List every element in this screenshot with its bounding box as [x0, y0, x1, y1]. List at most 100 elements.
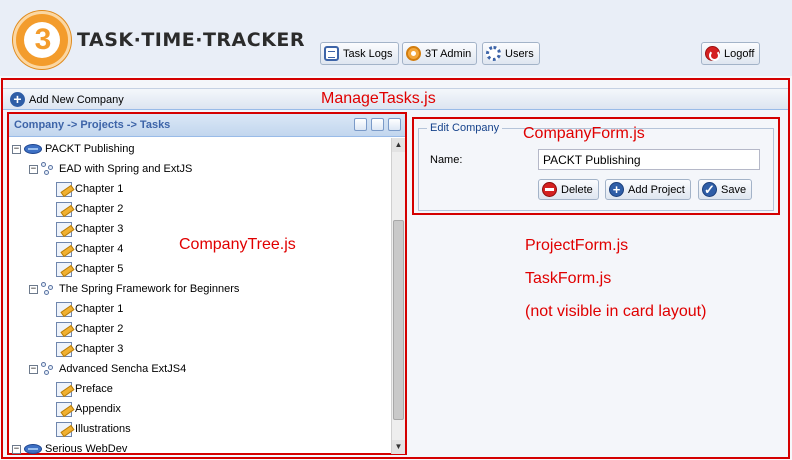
tree-node-label: Chapter 2: [75, 203, 124, 215]
task-icon: [56, 241, 72, 257]
tree-node-project[interactable]: − Advanced Sencha ExtJS4: [29, 359, 186, 379]
task-icon: [56, 401, 72, 417]
tree-node-task[interactable]: Chapter 3: [56, 219, 123, 239]
project-icon: [41, 362, 55, 376]
task-logs-button[interactable]: Task Logs: [320, 42, 399, 65]
company-form-annotation: CompanyForm.js: [523, 125, 645, 142]
tree-node-task[interactable]: Chapter 5: [56, 259, 123, 279]
add-project-label: Add Project: [628, 183, 685, 196]
delete-label: Delete: [561, 183, 593, 196]
tree-node-task[interactable]: Illustrations: [56, 419, 131, 439]
tree-node-task[interactable]: Preface: [56, 379, 113, 399]
add-company-label: Add New Company: [29, 93, 124, 106]
tree-node-project[interactable]: − EAD with Spring and ExtJS: [29, 159, 192, 179]
company-tree-annotation: CompanyTree.js: [179, 236, 296, 253]
manage-tasks-annotation: ManageTasks.js: [321, 90, 436, 107]
delete-button[interactable]: Delete: [538, 179, 599, 200]
task-logs-label: Task Logs: [343, 47, 393, 60]
project-icon: [41, 282, 55, 296]
task-icon: [56, 201, 72, 217]
tree-node-company[interactable]: − Serious WebDev: [12, 439, 127, 454]
add-company-button[interactable]: + Add New Company: [10, 91, 124, 108]
delete-icon: [542, 182, 557, 197]
plus-icon: +: [10, 92, 25, 107]
tree-node-label: Illustrations: [75, 423, 131, 435]
task-icon: [56, 181, 72, 197]
collapse-toggle-icon[interactable]: −: [29, 164, 38, 174]
tree-node-task[interactable]: Chapter 2: [56, 199, 123, 219]
users-icon: [486, 46, 501, 61]
manage-tasks-panel: + Add New Company ManageTasks.js Company…: [1, 78, 790, 459]
company-tree-panel: Company -> Projects -> Tasks − PACKT Pub…: [7, 112, 407, 455]
company-icon: [24, 444, 42, 454]
task-icon: [56, 421, 72, 437]
collapse-toggle-icon[interactable]: −: [12, 144, 21, 154]
tree-node-label: Chapter 5: [75, 263, 124, 275]
admin-button[interactable]: 3T Admin: [402, 42, 478, 65]
tree-node-company[interactable]: − PACKT Publishing: [12, 139, 134, 159]
power-icon: [705, 46, 720, 61]
plus-icon: +: [609, 182, 624, 197]
edit-company-fieldset: Edit Company CompanyForm.js Name: Delete…: [418, 122, 774, 211]
admin-icon: [406, 46, 421, 61]
tree-node-project[interactable]: − The Spring Framework for Beginners: [29, 279, 239, 299]
not-visible-annotation: (not visible in card layout): [525, 303, 707, 320]
collapse-toggle-icon[interactable]: −: [12, 444, 21, 454]
tree-title: Company -> Projects -> Tasks: [14, 119, 171, 131]
logo-digit: 3: [34, 23, 52, 56]
tree-node-label: Chapter 1: [75, 303, 124, 315]
company-form-panel: Edit Company CompanyForm.js Name: Delete…: [412, 117, 780, 215]
scroll-up-arrow-icon[interactable]: ▲: [392, 138, 405, 152]
tree-node-label: EAD with Spring and ExtJS: [59, 163, 193, 175]
tree-node-label: Appendix: [75, 403, 121, 415]
tree-node-label: Chapter 1: [75, 183, 124, 195]
scroll-thumb[interactable]: [393, 220, 404, 420]
tree-node-label: Preface: [75, 383, 113, 395]
tree-node-task[interactable]: Chapter 3: [56, 339, 123, 359]
task-form-annotation: TaskForm.js: [525, 270, 612, 287]
tree-body: − PACKT Publishing − EAD with Spring and…: [9, 138, 391, 454]
scroll-down-arrow-icon[interactable]: ▼: [392, 440, 405, 454]
project-form-annotation: ProjectForm.js: [525, 237, 629, 254]
tree-node-task[interactable]: Chapter 1: [56, 299, 123, 319]
expand-all-icon[interactable]: [354, 118, 367, 131]
save-button[interactable]: ✓ Save: [698, 179, 753, 200]
tree-node-task[interactable]: Chapter 1: [56, 179, 123, 199]
tree-node-label: Chapter 2: [75, 323, 124, 335]
tree-node-label: Serious WebDev: [45, 443, 128, 454]
refresh-icon[interactable]: [388, 118, 401, 131]
task-icon: [56, 321, 72, 337]
admin-label: 3T Admin: [425, 47, 472, 60]
users-label: Users: [505, 47, 534, 60]
checkmark-icon: ✓: [702, 182, 717, 197]
task-icon: [56, 381, 72, 397]
tree-scrollbar[interactable]: ▲ ▼: [391, 138, 405, 454]
tree-node-label: The Spring Framework for Beginners: [59, 283, 240, 295]
collapse-toggle-icon[interactable]: −: [29, 284, 38, 294]
logoff-label: Logoff: [724, 47, 755, 60]
save-label: Save: [721, 183, 747, 196]
logoff-button[interactable]: Logoff: [701, 42, 761, 65]
tree-header: Company -> Projects -> Tasks: [9, 114, 405, 137]
collapse-toggle-icon[interactable]: −: [29, 364, 38, 374]
company-name-input[interactable]: [538, 149, 760, 170]
users-button[interactable]: Users: [482, 42, 540, 65]
tree-node-label: Chapter 3: [75, 343, 124, 355]
app-header: 3 TASK·TIME·TRACKER Task Logs 3T Admin U…: [0, 0, 792, 76]
tree-node-label: Chapter 3: [75, 223, 124, 235]
add-project-button[interactable]: + Add Project: [605, 179, 691, 200]
collapse-all-icon[interactable]: [371, 118, 384, 131]
task-logs-icon: [324, 46, 339, 61]
company-icon: [24, 144, 42, 154]
tree-node-task[interactable]: Chapter 4: [56, 239, 123, 259]
tree-node-label: Chapter 4: [75, 243, 124, 255]
project-icon: [41, 162, 55, 176]
fieldset-legend: Edit Company: [427, 122, 503, 134]
task-icon: [56, 221, 72, 237]
main-toolbar: + Add New Company ManageTasks.js: [3, 88, 788, 110]
tree-node-task[interactable]: Appendix: [56, 399, 121, 419]
name-label: Name:: [430, 154, 463, 166]
app-logo: 3: [13, 11, 71, 69]
tree-node-label: Advanced Sencha ExtJS4: [59, 363, 187, 375]
tree-node-task[interactable]: Chapter 2: [56, 319, 123, 339]
